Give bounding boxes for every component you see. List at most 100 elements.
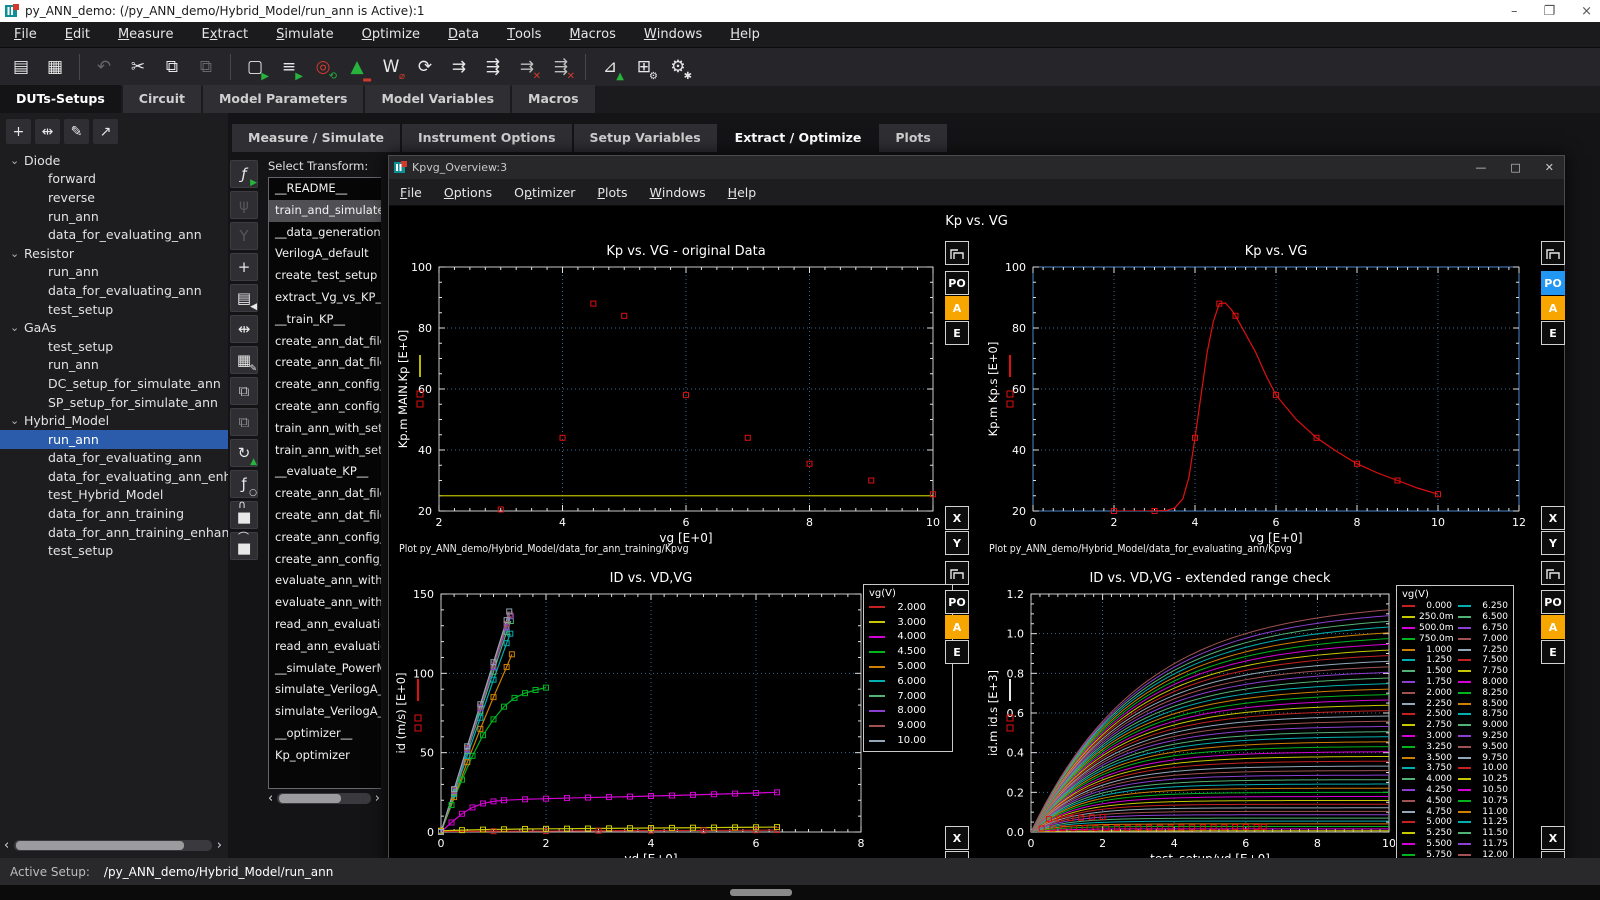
autoscale-button[interactable]: A bbox=[1541, 615, 1565, 639]
maximize-button[interactable]: □ bbox=[1510, 161, 1520, 174]
menu-data[interactable]: Data bbox=[434, 22, 493, 47]
tab-model-parameters[interactable]: Model Parameters bbox=[203, 85, 364, 113]
tree-item-run_ann[interactable]: run_ann bbox=[0, 207, 228, 226]
duplicate-dut-icon[interactable]: ⇹ bbox=[35, 119, 60, 144]
setup-tab-instrument-options[interactable]: Instrument Options bbox=[402, 124, 572, 152]
plot-window-title-bar[interactable]: Kpvg_Overview:3 — □ ✕ bbox=[389, 156, 1564, 179]
tree-item-data_for_evaluating_ann_enhance[interactable]: data_for_evaluating_ann_enhance bbox=[0, 467, 228, 486]
detach-view-icon[interactable]: ↗ bbox=[93, 119, 118, 144]
lock-icon[interactable]: ▅∩ bbox=[230, 501, 258, 529]
measure-setup-icon[interactable]: ▢▶ bbox=[240, 52, 270, 82]
tree-item-data_for_ann_training_enhanced[interactable]: data_for_ann_training_enhanced bbox=[0, 523, 228, 542]
transform-item[interactable]: evaluate_ann_with_se bbox=[269, 592, 381, 614]
open-model-icon[interactable]: ▤ bbox=[6, 52, 36, 82]
autoscale-button[interactable]: A bbox=[945, 296, 969, 320]
transform-item[interactable]: create_ann_config_file bbox=[269, 549, 381, 571]
tab-macros[interactable]: Macros bbox=[512, 85, 594, 113]
transform-item[interactable]: Kp_optimizer bbox=[269, 745, 381, 767]
window-layout-icon[interactable] bbox=[945, 561, 969, 585]
scroll-left-icon[interactable]: ‹ bbox=[268, 791, 273, 806]
tab-duts-setups[interactable]: DUTs-Setups bbox=[0, 85, 121, 113]
menu-measure[interactable]: Measure bbox=[104, 22, 188, 47]
tree-group-hybrid_model[interactable]: ⌄Hybrid_Model bbox=[0, 411, 228, 430]
transform-item[interactable]: create_ann_config_file bbox=[269, 527, 381, 549]
transform-item[interactable]: __data_generation__ bbox=[269, 222, 381, 244]
copy-icon[interactable]: ⧉ bbox=[157, 52, 187, 82]
window-options-icon[interactable]: ⊞⚙ bbox=[629, 52, 659, 82]
scroll-left-icon[interactable]: ‹ bbox=[4, 838, 9, 853]
save-icon[interactable]: ▦ bbox=[40, 52, 70, 82]
x-axis-button[interactable]: X bbox=[1541, 506, 1565, 530]
plot-menu-optimizer[interactable]: Optimizer bbox=[503, 179, 586, 205]
paste-icon[interactable]: ⧉ bbox=[191, 52, 221, 82]
clear-all-memory-icon[interactable]: ⇶✕ bbox=[546, 52, 576, 82]
transform-item[interactable]: create_ann_config_file bbox=[269, 374, 381, 396]
tab-model-variables[interactable]: Model Variables bbox=[365, 85, 510, 113]
menu-extract[interactable]: Extract bbox=[188, 22, 263, 47]
tree-item-test_setup[interactable]: test_setup bbox=[0, 541, 228, 560]
plot-menu-windows[interactable]: Windows bbox=[639, 179, 717, 205]
copy-with-parameters-icon[interactable]: ⧉ bbox=[230, 377, 258, 405]
po-button[interactable]: PO bbox=[945, 271, 969, 295]
tree-item-data_for_evaluating_ann[interactable]: data_for_evaluating_ann bbox=[0, 225, 228, 244]
tree-item-forward[interactable]: forward bbox=[0, 170, 228, 189]
transform-item[interactable]: simulate_VerilogA_mo bbox=[269, 679, 381, 701]
setup-tab-setup-variables[interactable]: Setup Variables bbox=[574, 124, 717, 152]
menu-file[interactable]: File bbox=[0, 22, 51, 47]
menu-windows[interactable]: Windows bbox=[630, 22, 716, 47]
autoscale-button[interactable]: A bbox=[945, 615, 969, 639]
tree-group-gaas[interactable]: ⌄GaAs bbox=[0, 318, 228, 337]
setup-tab-measure-simulate[interactable]: Measure / Simulate bbox=[232, 124, 400, 152]
transform-item[interactable]: VerilogA_default bbox=[269, 243, 381, 265]
rename-transform-icon[interactable]: ⇹ bbox=[230, 315, 258, 343]
setup-tab-plots[interactable]: Plots bbox=[879, 124, 946, 152]
tree-group-diode[interactable]: ⌄Diode bbox=[0, 151, 228, 170]
minimize-button[interactable]: — bbox=[1475, 161, 1486, 174]
menu-help[interactable]: Help bbox=[716, 22, 774, 47]
transform-item[interactable]: create_ann_dat_file_fo bbox=[269, 505, 381, 527]
transform-item[interactable]: __evaluate_KP__ bbox=[269, 461, 381, 483]
menu-edit[interactable]: Edit bbox=[51, 22, 104, 47]
paste-with-parameters-icon[interactable]: ⧉ bbox=[230, 408, 258, 436]
tree-item-dc_setup_for_simulate_ann[interactable]: DC_setup_for_simulate_ann bbox=[0, 374, 228, 393]
menu-simulate[interactable]: Simulate bbox=[262, 22, 348, 47]
scroll-right-icon[interactable]: › bbox=[375, 791, 380, 806]
menu-macros[interactable]: Macros bbox=[555, 22, 629, 47]
transform-item[interactable]: create_test_setup bbox=[269, 265, 381, 287]
copy-to-memory-icon[interactable]: ⇉ bbox=[444, 52, 474, 82]
plot-menu-file[interactable]: File bbox=[389, 179, 433, 205]
x-axis-button[interactable]: X bbox=[1541, 826, 1565, 850]
scroll-right-icon[interactable]: › bbox=[217, 838, 222, 853]
tree-item-test_setup[interactable]: test_setup bbox=[0, 337, 228, 356]
tree-item-data_for_evaluating_ann[interactable]: data_for_evaluating_ann bbox=[0, 449, 228, 468]
tree-item-test_setup[interactable]: test_setup bbox=[0, 300, 228, 319]
execute-transform-icon[interactable]: ƒ▶ bbox=[230, 160, 258, 188]
po-button[interactable]: PO bbox=[945, 590, 969, 614]
x-axis-button[interactable]: X bbox=[945, 826, 969, 850]
tree-item-sp_setup_for_simulate_ann[interactable]: SP_setup_for_simulate_ann bbox=[0, 393, 228, 412]
tree-item-test_hybrid_model[interactable]: test_Hybrid_Model bbox=[0, 486, 228, 505]
transform-item[interactable]: extract_Vg_vs_KP_tre bbox=[269, 287, 381, 309]
window-layout-icon[interactable] bbox=[945, 241, 969, 265]
dut-tree-hscrollbar[interactable]: ‹ › bbox=[4, 838, 222, 853]
transform-item[interactable]: create_ann_dat_file_fo bbox=[269, 352, 381, 374]
autoscale-button[interactable]: A bbox=[1541, 296, 1565, 320]
new-transform-icon[interactable]: + bbox=[230, 253, 258, 281]
y-axis-button[interactable]: Y bbox=[1541, 531, 1565, 555]
transform-item[interactable]: simulate_VerilogA_mo bbox=[269, 701, 381, 723]
transform-item[interactable]: __simulate_PowerMOS bbox=[269, 658, 381, 680]
po-button[interactable]: PO bbox=[1541, 271, 1565, 295]
tuner-disabled-icon[interactable]: ψ bbox=[230, 191, 258, 219]
plot-menu-plots[interactable]: Plots bbox=[586, 179, 638, 205]
window-layout-icon[interactable] bbox=[1541, 241, 1565, 265]
tab-circuit[interactable]: Circuit bbox=[123, 85, 201, 113]
unlock-icon[interactable]: ▅⌒ bbox=[230, 532, 258, 560]
edit-button[interactable]: E bbox=[1541, 640, 1565, 664]
transform-item[interactable]: train_ann_with_setup_ bbox=[269, 440, 381, 462]
edit-dut-icon[interactable]: ✎ bbox=[64, 119, 89, 144]
edit-values-icon[interactable]: ▦✎ bbox=[230, 346, 258, 374]
minimize-button[interactable]: – bbox=[1511, 4, 1518, 19]
clear-memory-icon[interactable]: ⇉✕ bbox=[512, 52, 542, 82]
simulate-list-icon[interactable]: ≡▶ bbox=[274, 52, 304, 82]
tree-group-resistor[interactable]: ⌄Resistor bbox=[0, 244, 228, 263]
